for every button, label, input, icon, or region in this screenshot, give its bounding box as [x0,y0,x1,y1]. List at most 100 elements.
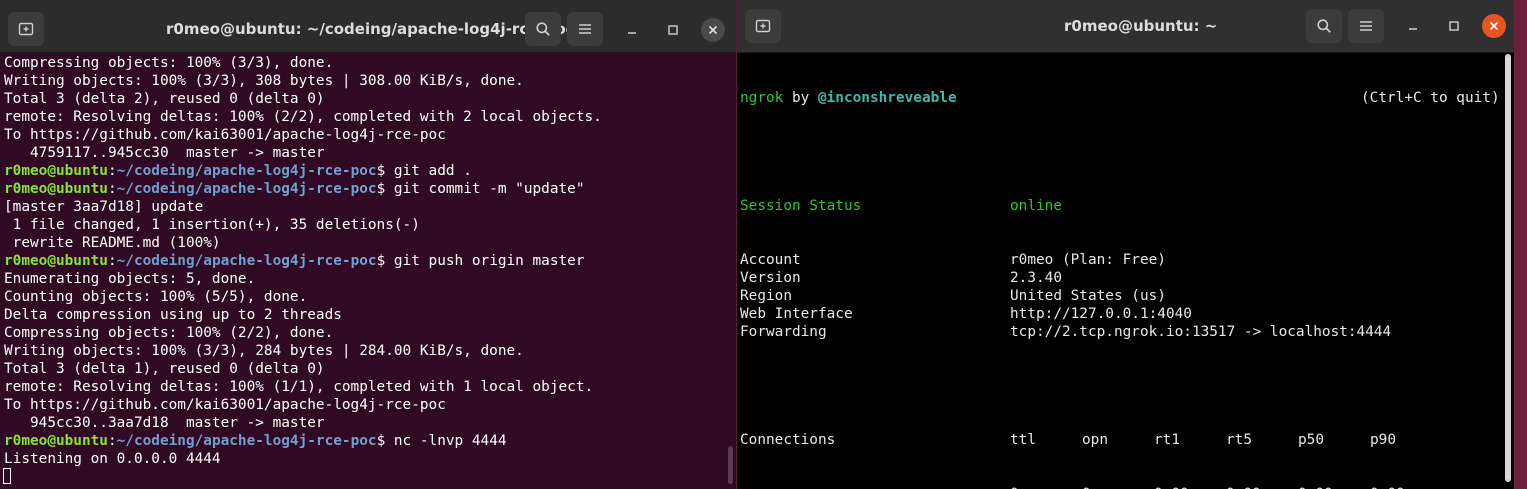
command-text: $ git push origin master [376,253,585,269]
connection-metric-header: rt5 [1226,432,1252,448]
info-label: Web Interface [740,306,853,322]
terminal-output[interactable]: Compressing objects: 100% (3/3), done. Wr… [0,53,736,489]
connections-label: Connections [740,432,836,448]
new-tab-button[interactable] [8,12,44,46]
maximize-button[interactable] [661,18,685,42]
command-text: $ git commit -m "update" [376,181,585,197]
session-status-row: Session Status online [740,197,1514,215]
prompt-path: ~/codeing/apache-log4j-rce-poc [116,253,377,269]
ngrok-info-row: Version 2.3.40 [740,269,1514,287]
output-line: 1 file changed, 1 insertion(+), 35 delet… [4,217,420,233]
prompt-line: r0meo@ubuntu:~/codeing/apache-log4j-rce-… [4,252,736,270]
prompt-user: r0meo@ubuntu [4,433,108,449]
prompt-path: ~/codeing/apache-log4j-rce-poc [116,181,377,197]
text-cursor [3,468,11,484]
right-terminal-window: r0meo@ubuntu: ~ ngrok by @inconshreveabl… [737,0,1514,489]
left-terminal-window: r0meo@ubuntu: ~/codeing/apache-log4j-rce… [0,0,736,489]
output-line: remote: Resolving deltas: 100% (1/1), co… [4,379,594,395]
output-line: Writing objects: 100% (3/3), 308 bytes |… [4,73,524,89]
window-title: r0meo@ubuntu: ~/codeing/apache-log4j-rce… [166,20,575,38]
prompt-colon: : [107,433,117,449]
prompt-colon: : [107,253,117,269]
output-line: Compressing objects: 100% (2/2), done. [4,325,334,341]
minimize-button[interactable] [1401,14,1425,38]
right-titlebar: r0meo@ubuntu: ~ [737,0,1514,53]
info-label: Forwarding [740,324,827,340]
search-button[interactable] [525,12,561,46]
prompt-path: ~/codeing/apache-log4j-rce-poc [116,163,377,179]
output-line: Listening on 0.0.0.0 4444 [4,451,221,467]
close-button[interactable] [1482,14,1506,38]
ngrok-brand: ngrok [740,90,784,106]
window-title: r0meo@ubuntu: ~ [1064,17,1218,35]
maximize-icon [1449,21,1459,31]
ngrok-info-row: Web Interface http://127.0.0.1:4040 [740,305,1514,323]
info-value: tcp://2.tcp.ngrok.io:13517 -> localhost:… [1010,324,1392,340]
ngrok-status-screen[interactable]: ngrok by @inconshreveable (Ctrl+C to qui… [737,53,1514,489]
connection-metric-header: rt1 [1154,432,1180,448]
output-line: Delta compression using up to 2 threads [4,307,342,323]
close-icon [1489,21,1499,31]
search-button[interactable] [1306,9,1342,43]
info-label: Region [740,288,792,304]
cursor-line [3,468,736,486]
minimize-icon [1409,28,1417,30]
search-icon [536,22,550,36]
connection-metric-header: opn [1082,432,1108,448]
output-line: remote: Resolving deltas: 100% (2/2), co… [4,109,602,125]
new-tab-button[interactable] [745,9,781,43]
connections-header-row: Connections ttl opn rt1 rt5 p50 p90 [740,431,1514,449]
info-value: http://127.0.0.1:4040 [1010,306,1192,322]
output-line: [master 3aa7d18] update [4,199,204,215]
info-value: 2.3.40 [1010,270,1062,286]
desktop-background [1514,0,1527,489]
connection-metric-value: 0.00 [1154,485,1189,489]
connection-metric-value: 0.00 [1298,485,1333,489]
prompt-line: r0meo@ubuntu:~/codeing/apache-log4j-rce-… [4,162,736,180]
prompt-line: r0meo@ubuntu:~/codeing/apache-log4j-rce-… [4,432,736,450]
connections-values-row: 0 0 0.00 0.00 0.00 0.00 [740,485,1514,489]
session-status-value: online [1010,198,1062,214]
scrollbar[interactable] [1505,54,1511,482]
output-line: rewrite README.md (100%) [4,235,221,251]
session-status-label: Session Status [740,198,862,214]
connection-metric-value: 0 [1082,485,1091,489]
new-tab-icon [755,19,771,33]
command-text: $ nc -lnvp 4444 [376,433,507,449]
info-label: Version [740,270,801,286]
output-line: Compressing objects: 100% (3/3), done. [4,55,334,71]
output-line: Writing objects: 100% (3/3), 284 bytes |… [4,343,524,359]
menu-button[interactable] [1348,9,1384,43]
scrollbar[interactable] [728,446,733,484]
ngrok-by: by [783,90,818,106]
prompt-colon: : [107,163,117,179]
new-tab-icon [18,22,34,36]
connection-metric-header: p90 [1370,432,1396,448]
maximize-button[interactable] [1442,14,1466,38]
info-label: Account [740,252,801,268]
output-line: 4759117..945cc30 master -> master [4,145,325,161]
prompt-user: r0meo@ubuntu [4,163,108,179]
close-button[interactable] [701,18,725,42]
maximize-icon [668,25,678,35]
connection-metric-header: p50 [1298,432,1324,448]
prompt-line: r0meo@ubuntu:~/codeing/apache-log4j-rce-… [4,180,736,198]
prompt-path: ~/codeing/apache-log4j-rce-poc [116,433,377,449]
output-line: Total 3 (delta 2), reused 0 (delta 0) [4,91,325,107]
ngrok-author: @inconshreveable [817,90,957,106]
output-line: To https://github.com/kai63001/apache-lo… [4,127,446,143]
menu-button[interactable] [567,12,603,46]
output-line: Total 3 (delta 1), reused 0 (delta 0) [4,361,325,377]
output-line: Enumerating objects: 5, done. [4,271,256,287]
close-icon [708,25,718,35]
info-value: United States (us) [1010,288,1166,304]
prompt-user: r0meo@ubuntu [4,253,108,269]
info-value: r0meo (Plan: Free) [1010,252,1166,268]
minimize-button[interactable] [620,18,644,42]
search-icon [1317,19,1331,33]
hamburger-menu-icon [579,24,591,34]
output-line: 945cc30..3aa7d18 master -> master [4,415,325,431]
prompt-colon: : [107,181,117,197]
quit-hint: (Ctrl+C to quit) [1361,90,1500,106]
ngrok-info-rows: Account r0meo (Plan: Free) Version 2.3.40 Re… [740,251,1514,341]
